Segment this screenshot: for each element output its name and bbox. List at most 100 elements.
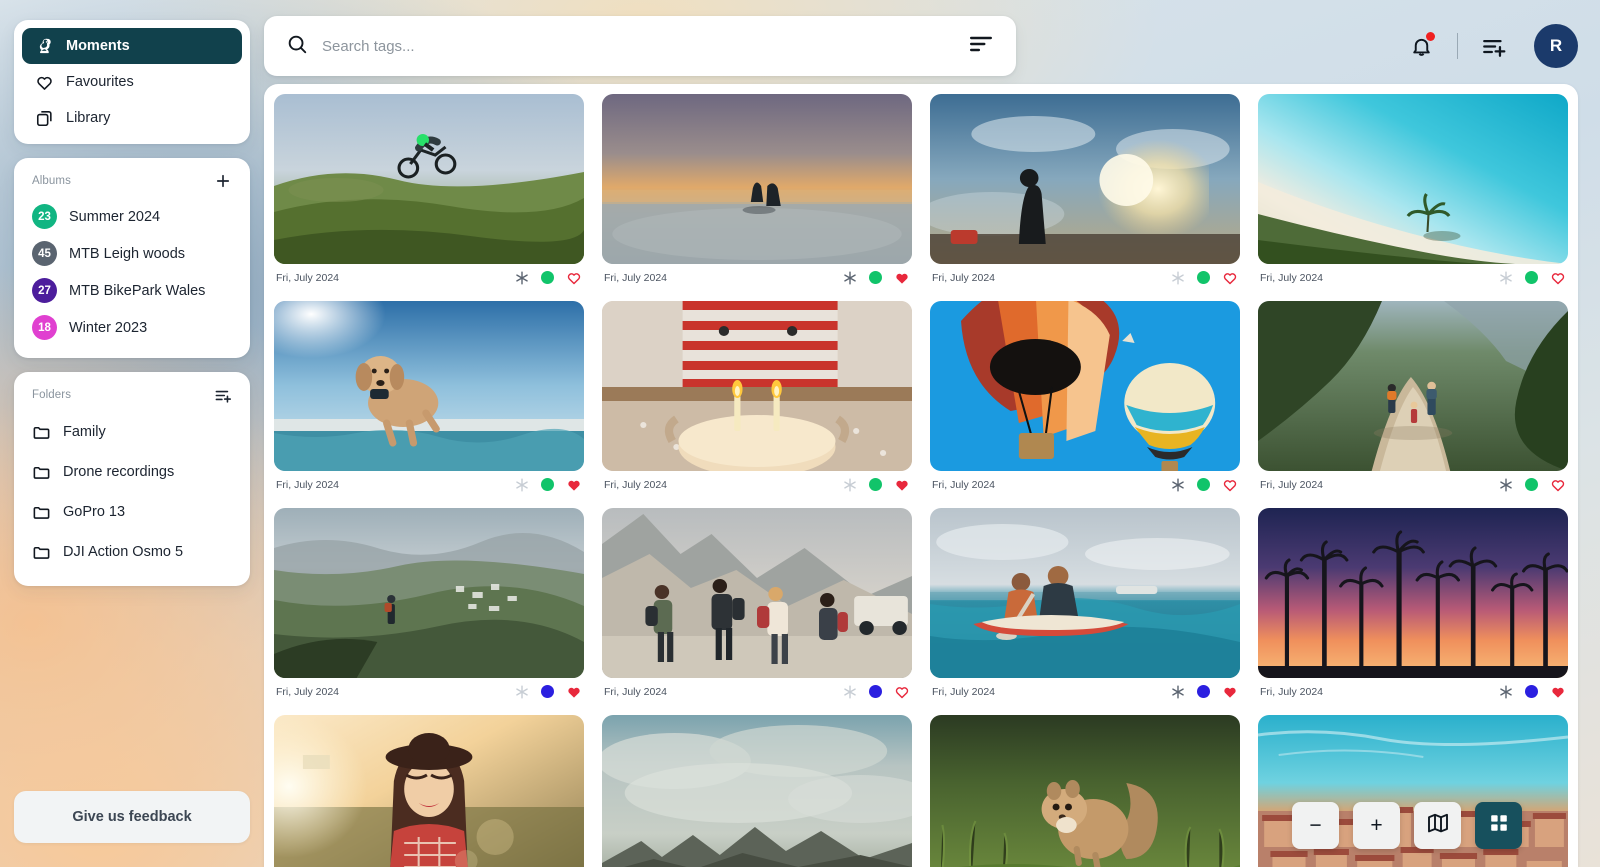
favourite-heart-icon[interactable] bbox=[894, 270, 910, 286]
photo-thumbnail[interactable] bbox=[1258, 508, 1568, 678]
photo-actions bbox=[515, 684, 582, 700]
status-dot[interactable] bbox=[869, 271, 882, 284]
album-count-badge: 23 bbox=[32, 204, 57, 229]
favourite-heart-icon[interactable] bbox=[1550, 477, 1566, 493]
notifications-button[interactable] bbox=[1399, 24, 1443, 68]
favourite-heart-icon[interactable] bbox=[566, 477, 582, 493]
snowflake-icon[interactable] bbox=[1171, 477, 1185, 492]
sidebar-item-library[interactable]: Library bbox=[22, 100, 242, 136]
photo-actions bbox=[515, 477, 582, 493]
photo-meta: Fri, July 2024 bbox=[1258, 678, 1568, 705]
status-dot[interactable] bbox=[1525, 271, 1538, 284]
avatar[interactable]: R bbox=[1534, 24, 1578, 68]
photo-card: Fri, July 2024 bbox=[930, 301, 1240, 498]
snowflake-icon[interactable] bbox=[1499, 684, 1513, 699]
status-dot[interactable] bbox=[1197, 685, 1210, 698]
photo-date: Fri, July 2024 bbox=[1260, 478, 1324, 491]
photo-card: Fri, July 2024 bbox=[602, 508, 912, 705]
status-dot[interactable] bbox=[1525, 685, 1538, 698]
album-item-summer-2024[interactable]: 23 Summer 2024 bbox=[22, 198, 242, 235]
photo-card: Fri, July 2024 bbox=[930, 94, 1240, 291]
photo-thumbnail[interactable] bbox=[602, 301, 912, 471]
status-dot[interactable] bbox=[541, 685, 554, 698]
favourite-heart-icon[interactable] bbox=[1550, 270, 1566, 286]
snowflake-icon[interactable] bbox=[1171, 270, 1185, 285]
favourite-heart-icon[interactable] bbox=[1222, 270, 1238, 286]
photo-thumbnail[interactable] bbox=[930, 301, 1240, 471]
snowflake-icon[interactable] bbox=[515, 270, 529, 285]
snowflake-icon[interactable] bbox=[1499, 270, 1513, 285]
snowflake-icon[interactable] bbox=[843, 270, 857, 285]
snowflake-icon[interactable] bbox=[1499, 477, 1513, 492]
add-folder-button[interactable] bbox=[212, 384, 234, 406]
status-dot[interactable] bbox=[541, 478, 554, 491]
status-dot[interactable] bbox=[541, 271, 554, 284]
photo-thumbnail[interactable] bbox=[1258, 301, 1568, 471]
zoom-in-button[interactable]: + bbox=[1353, 802, 1400, 849]
grid-view-button[interactable] bbox=[1475, 802, 1522, 849]
map-view-button[interactable] bbox=[1414, 802, 1461, 849]
photo-card: Fri, July 2024 bbox=[1258, 301, 1568, 498]
status-dot[interactable] bbox=[1197, 478, 1210, 491]
photo-thumbnail[interactable] bbox=[1258, 94, 1568, 264]
photo-thumbnail[interactable] bbox=[274, 94, 584, 264]
favourite-heart-icon[interactable] bbox=[566, 270, 582, 286]
add-album-button[interactable] bbox=[212, 170, 234, 192]
photo-thumbnail[interactable] bbox=[274, 301, 584, 471]
photo-meta: Fri, July 2024 bbox=[602, 678, 912, 705]
photo-thumbnail[interactable] bbox=[930, 715, 1240, 867]
favourite-heart-icon[interactable] bbox=[894, 477, 910, 493]
photo-thumbnail[interactable] bbox=[602, 715, 912, 867]
map-icon bbox=[1426, 811, 1450, 841]
photo-thumbnail[interactable] bbox=[602, 94, 912, 264]
folder-icon bbox=[32, 543, 51, 562]
status-dot[interactable] bbox=[869, 685, 882, 698]
sort-filter-icon[interactable] bbox=[968, 31, 994, 62]
photo-thumbnail[interactable] bbox=[274, 508, 584, 678]
sidebar-item-favourites[interactable]: Favourites bbox=[22, 64, 242, 100]
add-to-list-button[interactable] bbox=[1472, 24, 1516, 68]
favourite-heart-icon[interactable] bbox=[1222, 684, 1238, 700]
grid-view-icon bbox=[1488, 812, 1510, 840]
photo-card: Fri, July 2024 bbox=[1258, 508, 1568, 705]
snowflake-icon[interactable] bbox=[843, 477, 857, 492]
album-item-mtb-bikepark-wales[interactable]: 27 MTB BikePark Wales bbox=[22, 272, 242, 309]
photo-card: Fri, July 2024 bbox=[930, 715, 1240, 867]
photo-meta: Fri, July 2024 bbox=[602, 264, 912, 291]
search-input[interactable] bbox=[322, 37, 968, 55]
favourite-heart-icon[interactable] bbox=[1550, 684, 1566, 700]
album-item-winter-2023[interactable]: 18 Winter 2023 bbox=[22, 309, 242, 346]
snowflake-icon[interactable] bbox=[515, 477, 529, 492]
folder-item-drone-recordings[interactable]: Drone recordings bbox=[22, 452, 242, 492]
status-dot[interactable] bbox=[1197, 271, 1210, 284]
photo-card: Fri, July 2024 bbox=[274, 301, 584, 498]
folder-icon bbox=[32, 463, 51, 482]
search-bar bbox=[264, 16, 1016, 76]
folder-item-family[interactable]: Family bbox=[22, 412, 242, 452]
sidebar-item-moments[interactable]: Moments bbox=[22, 28, 242, 64]
photo-meta: Fri, July 2024 bbox=[930, 678, 1240, 705]
favourite-heart-icon[interactable] bbox=[1222, 477, 1238, 493]
photo-thumbnail[interactable] bbox=[274, 715, 584, 867]
favourite-heart-icon[interactable] bbox=[894, 684, 910, 700]
photo-thumbnail[interactable] bbox=[930, 508, 1240, 678]
sidebar-item-label: Moments bbox=[66, 38, 130, 54]
album-item-mtb-leigh-woods[interactable]: 45 MTB Leigh woods bbox=[22, 235, 242, 272]
photo-thumbnail[interactable] bbox=[930, 94, 1240, 264]
status-dot[interactable] bbox=[869, 478, 882, 491]
snowflake-icon[interactable] bbox=[515, 684, 529, 699]
folder-label: DJI Action Osmo 5 bbox=[63, 544, 184, 560]
folder-item-gopro-13[interactable]: GoPro 13 bbox=[22, 492, 242, 532]
folder-item-dji-action-osmo-5[interactable]: DJI Action Osmo 5 bbox=[22, 532, 242, 572]
toolbar-divider bbox=[1457, 33, 1458, 59]
favourite-heart-icon[interactable] bbox=[566, 684, 582, 700]
snowflake-icon[interactable] bbox=[843, 684, 857, 699]
photo-meta: Fri, July 2024 bbox=[602, 471, 912, 498]
photo-thumbnail[interactable] bbox=[602, 508, 912, 678]
snowflake-icon[interactable] bbox=[1171, 684, 1185, 699]
photo-card: Fri, July 2024 bbox=[274, 715, 584, 867]
photo-meta: Fri, July 2024 bbox=[930, 471, 1240, 498]
give-feedback-button[interactable]: Give us feedback bbox=[14, 791, 250, 843]
status-dot[interactable] bbox=[1525, 478, 1538, 491]
zoom-out-button[interactable]: − bbox=[1292, 802, 1339, 849]
